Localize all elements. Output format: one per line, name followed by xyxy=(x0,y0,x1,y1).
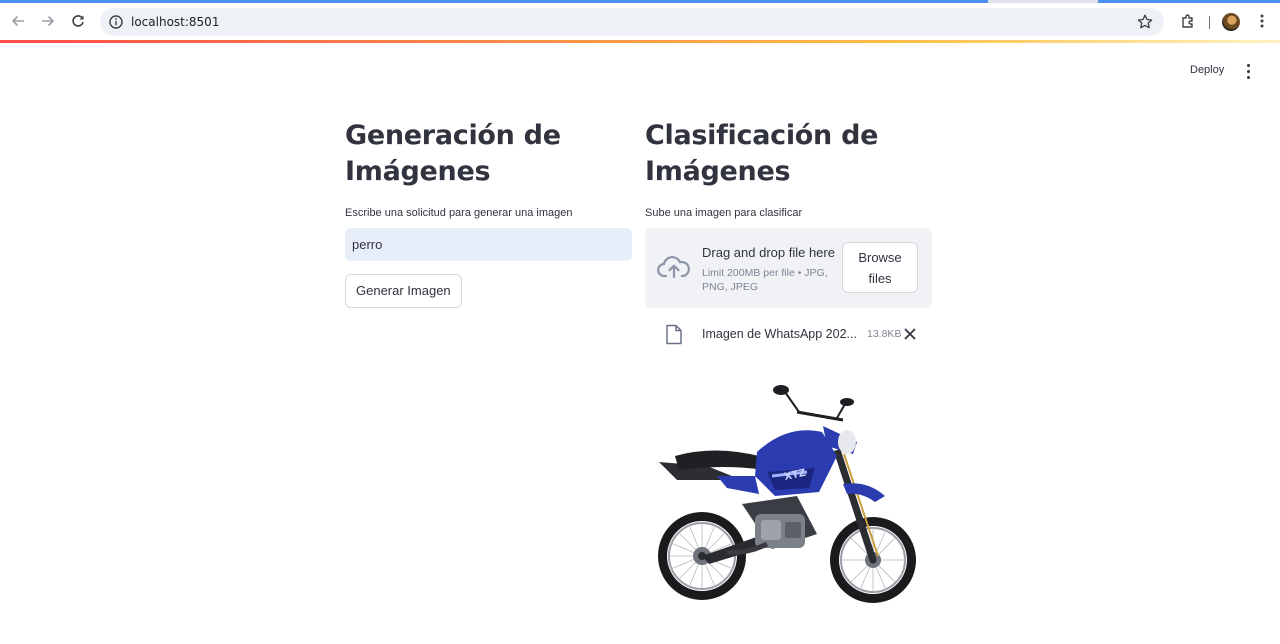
prompt-label: Escribe una solicitud para generar una i… xyxy=(345,207,573,219)
uploaded-file-size: 13.8KB xyxy=(867,328,902,340)
deploy-button[interactable]: Deploy xyxy=(1182,60,1232,82)
browser-toolbar: localhost:8501 xyxy=(0,3,1280,40)
info-icon[interactable] xyxy=(108,14,124,30)
uploaded-image-preview: XTZ xyxy=(658,385,916,603)
dropzone-title: Drag and drop file here xyxy=(702,245,835,260)
generation-title: Generación de Imágenes xyxy=(345,118,632,190)
forward-icon[interactable] xyxy=(37,10,59,32)
dropzone-limits: Limit 200MB per file • JPG, PNG, JPEG xyxy=(702,267,828,293)
generate-image-button[interactable]: Generar Imagen xyxy=(345,274,462,308)
uploaded-file-row: Imagen de WhatsApp 202... 13.8KB xyxy=(645,320,932,350)
generation-title-line2: Imágenes xyxy=(345,156,491,187)
file-icon xyxy=(666,324,682,345)
profile-avatar[interactable] xyxy=(1222,13,1240,31)
close-icon[interactable] xyxy=(903,327,917,341)
browse-label-line2: files xyxy=(868,271,892,286)
url-text[interactable]: localhost:8501 xyxy=(131,15,219,29)
generation-title-line1: Generación de xyxy=(345,120,561,151)
streamlit-decoration-bar xyxy=(0,40,1280,43)
kebab-menu-icon[interactable] xyxy=(1240,62,1256,80)
upload-label: Sube una imagen para clasificar xyxy=(645,207,803,219)
toolbar-separator xyxy=(1209,16,1210,29)
reload-icon[interactable] xyxy=(67,10,89,32)
image-generation-column: Generación de Imágenes Escribe una solic… xyxy=(345,118,632,308)
address-bar[interactable]: localhost:8501 xyxy=(100,8,1164,36)
image-classification-column: Clasificación de Imágenes Sube una image… xyxy=(645,118,932,350)
star-icon[interactable] xyxy=(1136,13,1154,31)
classification-title: Clasificación de Imágenes xyxy=(645,118,932,190)
file-dropzone[interactable]: Drag and drop file here Limit 200MB per … xyxy=(645,228,932,308)
upload-cloud-icon xyxy=(657,256,690,279)
uploaded-file-name: Imagen de WhatsApp 202... xyxy=(702,327,857,341)
back-icon[interactable] xyxy=(7,10,29,32)
browse-files-button[interactable]: Browse files xyxy=(842,242,918,293)
classification-title-line2: Imágenes xyxy=(645,156,791,187)
browse-label-line1: Browse xyxy=(858,250,902,265)
extensions-icon[interactable] xyxy=(1178,11,1198,31)
prompt-input[interactable]: perro xyxy=(345,228,632,261)
classification-title-line1: Clasificación de xyxy=(645,120,879,151)
chrome-menu-icon[interactable] xyxy=(1252,11,1272,31)
